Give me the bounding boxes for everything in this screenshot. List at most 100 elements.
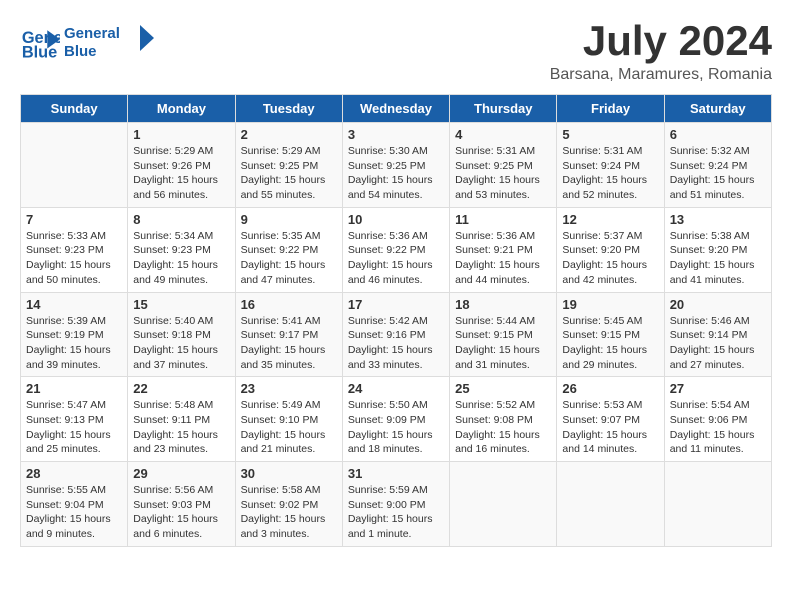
- calendar-week-row: 1Sunrise: 5:29 AM Sunset: 9:26 PM Daylig…: [21, 123, 772, 208]
- calendar-cell: 29 Sunrise: 5:56 AM Sunset: 9:03 PM Dayli…: [128, 462, 235, 547]
- day-number: 23: [241, 381, 337, 396]
- calendar-cell: [450, 462, 557, 547]
- day-number: 29: [133, 466, 229, 481]
- calendar-cell: 1Sunrise: 5:29 AM Sunset: 9:26 PM Daylig…: [128, 123, 235, 208]
- day-number: 9: [241, 212, 337, 227]
- calendar-cell: 21 Sunrise: 5:47 AM Sunset: 9:13 PM Dayli…: [21, 377, 128, 462]
- day-header-sunday: Sunday: [21, 95, 128, 123]
- day-content: Sunrise: 5:59 AM Sunset: 9:00 PM Dayligh…: [348, 483, 444, 542]
- page-header: General Blue General Blue July 2024 Bars…: [20, 20, 772, 84]
- calendar-cell: 19 Sunrise: 5:45 AM Sunset: 9:15 PM Dayli…: [557, 292, 664, 377]
- location-title: Barsana, Maramures, Romania: [550, 66, 772, 84]
- day-content: Sunrise: 5:37 AM Sunset: 9:20 PM Dayligh…: [562, 229, 658, 288]
- day-content: Sunrise: 5:33 AM Sunset: 9:23 PM Dayligh…: [26, 229, 122, 288]
- day-content: Sunrise: 5:42 AM Sunset: 9:16 PM Dayligh…: [348, 314, 444, 373]
- day-number: 20: [670, 297, 766, 312]
- day-number: 17: [348, 297, 444, 312]
- day-number: 1: [133, 127, 229, 142]
- calendar-cell: 7 Sunrise: 5:33 AM Sunset: 9:23 PM Daylig…: [21, 207, 128, 292]
- calendar-cell: 18 Sunrise: 5:44 AM Sunset: 9:15 PM Dayli…: [450, 292, 557, 377]
- calendar-week-row: 21 Sunrise: 5:47 AM Sunset: 9:13 PM Dayli…: [21, 377, 772, 462]
- day-number: 4: [455, 127, 551, 142]
- day-number: 7: [26, 212, 122, 227]
- logo: General Blue General Blue: [20, 20, 154, 65]
- calendar-cell: 5 Sunrise: 5:31 AM Sunset: 9:24 PM Daylig…: [557, 123, 664, 208]
- title-area: July 2024 Barsana, Maramures, Romania: [550, 20, 772, 84]
- calendar-cell: 3Sunrise: 5:30 AM Sunset: 9:25 PM Daylig…: [342, 123, 449, 208]
- calendar-cell: [557, 462, 664, 547]
- day-content: Sunrise: 5:32 AM Sunset: 9:24 PM Dayligh…: [670, 144, 766, 203]
- day-header-monday: Monday: [128, 95, 235, 123]
- calendar-cell: 11 Sunrise: 5:36 AM Sunset: 9:21 PM Dayli…: [450, 207, 557, 292]
- calendar-cell: 6 Sunrise: 5:32 AM Sunset: 9:24 PM Daylig…: [664, 123, 771, 208]
- day-header-tuesday: Tuesday: [235, 95, 342, 123]
- day-content: Sunrise: 5:36 AM Sunset: 9:21 PM Dayligh…: [455, 229, 551, 288]
- day-content: Sunrise: 5:31 AM Sunset: 9:24 PM Dayligh…: [562, 144, 658, 203]
- logo-svg: General Blue: [64, 20, 154, 65]
- calendar-cell: [21, 123, 128, 208]
- day-content: Sunrise: 5:34 AM Sunset: 9:23 PM Dayligh…: [133, 229, 229, 288]
- day-content: Sunrise: 5:39 AM Sunset: 9:19 PM Dayligh…: [26, 314, 122, 373]
- day-header-friday: Friday: [557, 95, 664, 123]
- svg-text:Blue: Blue: [64, 43, 97, 60]
- calendar-cell: 26Sunrise: 5:53 AM Sunset: 9:07 PM Dayli…: [557, 377, 664, 462]
- day-content: Sunrise: 5:40 AM Sunset: 9:18 PM Dayligh…: [133, 314, 229, 373]
- day-content: Sunrise: 5:45 AM Sunset: 9:15 PM Dayligh…: [562, 314, 658, 373]
- day-number: 16: [241, 297, 337, 312]
- day-number: 18: [455, 297, 551, 312]
- day-number: 24: [348, 381, 444, 396]
- day-content: Sunrise: 5:58 AM Sunset: 9:02 PM Dayligh…: [241, 483, 337, 542]
- day-number: 15: [133, 297, 229, 312]
- calendar-cell: 4Sunrise: 5:31 AM Sunset: 9:25 PM Daylig…: [450, 123, 557, 208]
- calendar-cell: 12 Sunrise: 5:37 AM Sunset: 9:20 PM Dayli…: [557, 207, 664, 292]
- day-content: Sunrise: 5:53 AM Sunset: 9:07 PM Dayligh…: [562, 398, 658, 457]
- day-content: Sunrise: 5:41 AM Sunset: 9:17 PM Dayligh…: [241, 314, 337, 373]
- day-content: Sunrise: 5:38 AM Sunset: 9:20 PM Dayligh…: [670, 229, 766, 288]
- day-content: Sunrise: 5:48 AM Sunset: 9:11 PM Dayligh…: [133, 398, 229, 457]
- svg-text:Blue: Blue: [22, 43, 57, 61]
- day-number: 25: [455, 381, 551, 396]
- day-content: Sunrise: 5:56 AM Sunset: 9:03 PM Dayligh…: [133, 483, 229, 542]
- calendar-cell: 28 Sunrise: 5:55 AM Sunset: 9:04 PM Dayli…: [21, 462, 128, 547]
- calendar-cell: 20Sunrise: 5:46 AM Sunset: 9:14 PM Dayli…: [664, 292, 771, 377]
- day-header-thursday: Thursday: [450, 95, 557, 123]
- day-content: Sunrise: 5:29 AM Sunset: 9:25 PM Dayligh…: [241, 144, 337, 203]
- day-number: 22: [133, 381, 229, 396]
- day-content: Sunrise: 5:36 AM Sunset: 9:22 PM Dayligh…: [348, 229, 444, 288]
- calendar-cell: 23 Sunrise: 5:49 AM Sunset: 9:10 PM Dayli…: [235, 377, 342, 462]
- day-number: 27: [670, 381, 766, 396]
- calendar-cell: 16 Sunrise: 5:41 AM Sunset: 9:17 PM Dayli…: [235, 292, 342, 377]
- day-number: 21: [26, 381, 122, 396]
- day-number: 6: [670, 127, 766, 142]
- month-title: July 2024: [550, 20, 772, 62]
- day-content: Sunrise: 5:49 AM Sunset: 9:10 PM Dayligh…: [241, 398, 337, 457]
- svg-text:General: General: [64, 25, 120, 42]
- day-content: Sunrise: 5:50 AM Sunset: 9:09 PM Dayligh…: [348, 398, 444, 457]
- day-number: 2: [241, 127, 337, 142]
- day-number: 3: [348, 127, 444, 142]
- day-content: Sunrise: 5:44 AM Sunset: 9:15 PM Dayligh…: [455, 314, 551, 373]
- day-content: Sunrise: 5:52 AM Sunset: 9:08 PM Dayligh…: [455, 398, 551, 457]
- calendar-cell: [664, 462, 771, 547]
- calendar-header-row: SundayMondayTuesdayWednesdayThursdayFrid…: [21, 95, 772, 123]
- calendar-cell: 17 Sunrise: 5:42 AM Sunset: 9:16 PM Dayli…: [342, 292, 449, 377]
- calendar-cell: 30 Sunrise: 5:58 AM Sunset: 9:02 PM Dayli…: [235, 462, 342, 547]
- day-header-saturday: Saturday: [664, 95, 771, 123]
- day-number: 11: [455, 212, 551, 227]
- calendar-week-row: 7 Sunrise: 5:33 AM Sunset: 9:23 PM Daylig…: [21, 207, 772, 292]
- day-content: Sunrise: 5:54 AM Sunset: 9:06 PM Dayligh…: [670, 398, 766, 457]
- day-number: 19: [562, 297, 658, 312]
- day-content: Sunrise: 5:47 AM Sunset: 9:13 PM Dayligh…: [26, 398, 122, 457]
- day-number: 5: [562, 127, 658, 142]
- calendar-cell: 8Sunrise: 5:34 AM Sunset: 9:23 PM Daylig…: [128, 207, 235, 292]
- calendar-cell: 14Sunrise: 5:39 AM Sunset: 9:19 PM Dayli…: [21, 292, 128, 377]
- calendar-cell: 10Sunrise: 5:36 AM Sunset: 9:22 PM Dayli…: [342, 207, 449, 292]
- calendar-cell: 25 Sunrise: 5:52 AM Sunset: 9:08 PM Dayli…: [450, 377, 557, 462]
- day-number: 30: [241, 466, 337, 481]
- day-number: 31: [348, 466, 444, 481]
- day-number: 12: [562, 212, 658, 227]
- calendar-cell: 22 Sunrise: 5:48 AM Sunset: 9:11 PM Dayli…: [128, 377, 235, 462]
- day-number: 28: [26, 466, 122, 481]
- day-content: Sunrise: 5:55 AM Sunset: 9:04 PM Dayligh…: [26, 483, 122, 542]
- day-number: 13: [670, 212, 766, 227]
